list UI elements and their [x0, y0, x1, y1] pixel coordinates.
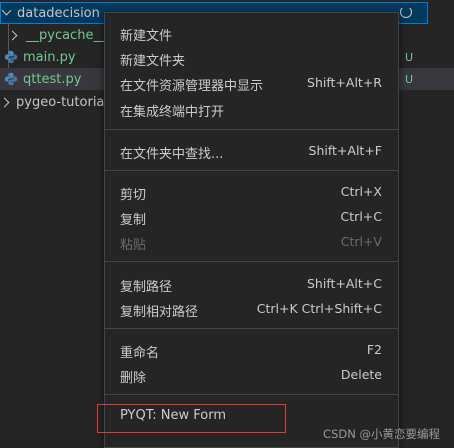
- menu-item-delete[interactable]: 删除 Delete: [105, 363, 398, 387]
- watermark: CSDN @小黄恋要编程: [323, 427, 440, 441]
- context-menu: 新建文件 新建文件夹 在文件资源管理器中显示 Shift+Alt+R 在集成终端…: [104, 12, 399, 448]
- menu-item-paste: 粘贴 Ctrl+V: [105, 230, 398, 254]
- tree-folder-label: datadecision: [17, 5, 100, 21]
- menu-item-shortcut: Ctrl+K Ctrl+Shift+C: [256, 301, 382, 316]
- menu-separator: [105, 170, 398, 171]
- tree-item-label: qttest.py: [23, 71, 82, 87]
- menu-item-shortcut: Delete: [340, 367, 382, 382]
- menu-item-label: 复制相对路径: [120, 305, 199, 320]
- menu-item-shortcut: Shift+Alt+C: [306, 276, 382, 291]
- menu-item-shortcut: Ctrl+X: [340, 184, 382, 199]
- menu-item-shortcut: Shift+Alt+R: [307, 75, 382, 90]
- menu-item-label: 粘贴: [120, 238, 147, 253]
- git-untracked-badge: U: [405, 50, 414, 64]
- menu-item-shortcut: F2: [366, 342, 382, 357]
- menu-item-shortcut: Ctrl+C: [340, 209, 382, 224]
- tree-item-label: pygeo-tutoria: [16, 94, 105, 110]
- chevron-right-icon[interactable]: [0, 91, 14, 113]
- menu-separator: [105, 129, 398, 130]
- menu-item-shortcut: Shift+Alt+F: [308, 143, 382, 158]
- menu-item-open-in-terminal[interactable]: 在集成终端中打开: [105, 97, 398, 121]
- menu-item-copy-relative-path[interactable]: 复制相对路径 Ctrl+K Ctrl+Shift+C: [105, 297, 398, 321]
- tree-item-label: main.py: [23, 49, 76, 65]
- tree-item-label: __pycache__: [26, 27, 107, 43]
- menu-item-shortcut: Ctrl+V: [340, 234, 382, 249]
- menu-item-reveal-in-explorer[interactable]: 在文件资源管理器中显示 Shift+Alt+R: [105, 71, 398, 95]
- menu-item-label: 复制: [120, 213, 147, 228]
- menu-item-copy-path[interactable]: 复制路径 Shift+Alt+C: [105, 272, 398, 296]
- chevron-right-icon[interactable]: [8, 24, 22, 46]
- python-file-icon: [4, 72, 18, 86]
- menu-separator: [105, 394, 398, 395]
- menu-item-rename[interactable]: 重命名 F2: [105, 338, 398, 362]
- menu-item-new-folder[interactable]: 新建文件夹: [105, 46, 398, 70]
- git-untracked-badge: U: [405, 72, 414, 86]
- chevron-down-icon[interactable]: [1, 2, 15, 24]
- menu-item-find-in-folder[interactable]: 在文件夹中查找... Shift+Alt+F: [105, 139, 398, 163]
- menu-separator: [105, 261, 398, 262]
- menu-item-label: 新建文件: [120, 29, 173, 44]
- python-file-icon: [4, 50, 18, 64]
- refresh-icon[interactable]: [400, 6, 412, 18]
- annotation-highlight-box: [97, 404, 286, 433]
- menu-item-label: 在文件夹中查找...: [120, 147, 224, 162]
- menu-item-copy[interactable]: 复制 Ctrl+C: [105, 205, 398, 229]
- menu-item-label: 删除: [120, 371, 147, 386]
- menu-item-label: 新建文件夹: [120, 54, 186, 69]
- menu-item-new-file[interactable]: 新建文件: [105, 21, 398, 45]
- menu-item-label: 剪切: [120, 188, 147, 203]
- menu-separator: [105, 328, 398, 329]
- menu-item-cut[interactable]: 剪切 Ctrl+X: [105, 180, 398, 204]
- menu-item-label: 在文件资源管理器中显示: [120, 79, 264, 94]
- menu-item-label: 复制路径: [120, 280, 173, 295]
- menu-item-label: 重命名: [120, 346, 160, 361]
- menu-item-label: 在集成终端中打开: [120, 105, 225, 120]
